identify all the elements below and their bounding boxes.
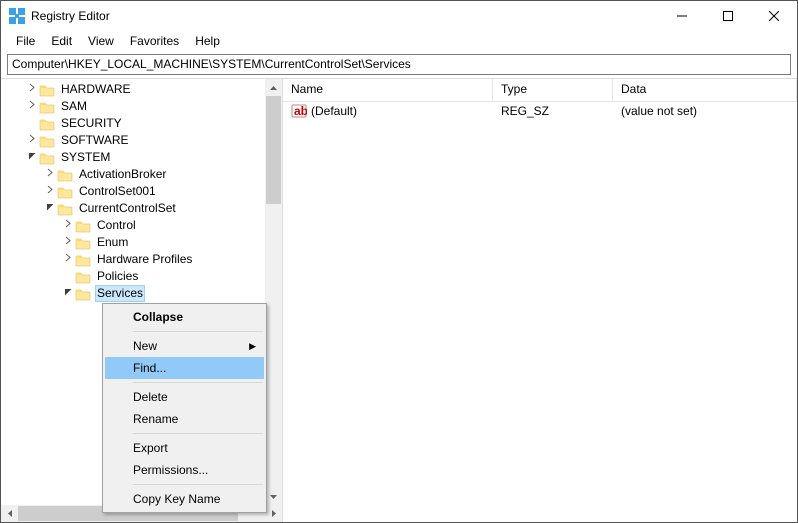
separator bbox=[133, 433, 263, 434]
regedit-icon bbox=[9, 8, 25, 24]
separator bbox=[133, 382, 263, 383]
menu-help[interactable]: Help bbox=[188, 33, 227, 49]
tree-item-services[interactable]: Services bbox=[1, 285, 265, 302]
value-type: REG_SZ bbox=[493, 104, 613, 118]
tree-label: SAM bbox=[59, 98, 89, 115]
tree-item-software[interactable]: SOFTWARE bbox=[1, 132, 265, 149]
tree-label: ActivationBroker bbox=[77, 166, 168, 183]
tree-item-currentcontrolset[interactable]: CurrentControlSet bbox=[1, 200, 265, 217]
scroll-right-icon[interactable] bbox=[265, 505, 282, 522]
window-title: Registry Editor bbox=[31, 9, 110, 23]
ctx-copykey[interactable]: Copy Key Name bbox=[105, 488, 264, 510]
tree-item-security[interactable]: SECURITY bbox=[1, 115, 265, 132]
tree-item-controlset001[interactable]: ControlSet001 bbox=[1, 183, 265, 200]
tree-label: Policies bbox=[95, 268, 140, 285]
chevron-right-icon[interactable] bbox=[25, 132, 39, 149]
tree-label: SOFTWARE bbox=[59, 132, 131, 149]
string-value-icon: ab bbox=[291, 103, 307, 119]
chevron-right-icon[interactable] bbox=[43, 183, 57, 200]
scroll-up-icon[interactable] bbox=[265, 79, 282, 96]
chevron-down-icon[interactable] bbox=[61, 285, 75, 302]
chevron-right-icon[interactable] bbox=[25, 81, 39, 98]
scroll-left-icon[interactable] bbox=[1, 505, 18, 522]
column-type[interactable]: Type bbox=[493, 79, 613, 101]
tree-item-sam[interactable]: SAM bbox=[1, 98, 265, 115]
ctx-new[interactable]: New▶ bbox=[105, 335, 264, 357]
tree-label: HARDWARE bbox=[59, 81, 133, 98]
column-name[interactable]: Name bbox=[283, 79, 493, 101]
folder-icon bbox=[75, 253, 91, 267]
chevron-down-icon[interactable] bbox=[43, 200, 57, 217]
separator bbox=[133, 484, 263, 485]
values-pane: Name Type Data ab (Default) REG_SZ (valu… bbox=[283, 79, 797, 505]
ctx-collapse[interactable]: Collapse bbox=[105, 306, 264, 328]
title-bar: Registry Editor bbox=[1, 1, 797, 31]
folder-icon bbox=[39, 83, 55, 97]
tree-label: SYSTEM bbox=[59, 149, 112, 166]
tree-label: ControlSet001 bbox=[77, 183, 158, 200]
folder-icon bbox=[39, 100, 55, 114]
folder-icon bbox=[75, 287, 91, 301]
scroll-down-icon[interactable] bbox=[265, 488, 282, 505]
scroll-thumb[interactable] bbox=[266, 96, 281, 204]
menu-favorites[interactable]: Favorites bbox=[123, 33, 186, 49]
tree-item-enum[interactable]: Enum bbox=[1, 234, 265, 251]
chevron-right-icon[interactable] bbox=[61, 234, 75, 251]
tree-label: Enum bbox=[95, 234, 130, 251]
tree-label: Services bbox=[95, 285, 145, 302]
menu-bar: File Edit View Favorites Help bbox=[1, 31, 797, 51]
ctx-export[interactable]: Export bbox=[105, 437, 264, 459]
tree-item-hwprofiles[interactable]: Hardware Profiles bbox=[1, 251, 265, 268]
tree-label: SECURITY bbox=[59, 115, 124, 132]
chevron-right-icon: ▶ bbox=[249, 341, 256, 352]
maximize-button[interactable] bbox=[705, 1, 751, 31]
value-name: (Default) bbox=[311, 104, 357, 118]
tree-label: Control bbox=[95, 217, 138, 234]
separator bbox=[133, 331, 263, 332]
column-data[interactable]: Data bbox=[613, 79, 797, 101]
context-menu: Collapse New▶ Find... Delete Rename Expo… bbox=[102, 303, 267, 513]
address-bar[interactable]: Computer\HKEY_LOCAL_MACHINE\SYSTEM\Curre… bbox=[7, 54, 791, 75]
value-data: (value not set) bbox=[613, 104, 797, 118]
folder-icon bbox=[75, 236, 91, 250]
folder-icon bbox=[75, 270, 91, 284]
folder-icon bbox=[57, 202, 73, 216]
tree-label: CurrentControlSet bbox=[77, 200, 178, 217]
ctx-permissions[interactable]: Permissions... bbox=[105, 459, 264, 481]
ctx-rename[interactable]: Rename bbox=[105, 408, 264, 430]
chevron-right-icon[interactable] bbox=[61, 251, 75, 268]
folder-icon bbox=[39, 117, 55, 131]
tree-scrollbar[interactable] bbox=[265, 79, 282, 505]
tree-label: Hardware Profiles bbox=[95, 251, 194, 268]
folder-icon bbox=[75, 219, 91, 233]
folder-icon bbox=[57, 168, 73, 182]
close-button[interactable] bbox=[751, 1, 797, 31]
tree-item-hardware[interactable]: HARDWARE bbox=[1, 81, 265, 98]
ctx-find[interactable]: Find... bbox=[105, 357, 264, 379]
list-row[interactable]: ab (Default) REG_SZ (value not set) bbox=[283, 102, 797, 120]
ctx-delete[interactable]: Delete bbox=[105, 386, 264, 408]
menu-view[interactable]: View bbox=[81, 33, 121, 49]
chevron-down-icon[interactable] bbox=[25, 149, 39, 166]
menu-edit[interactable]: Edit bbox=[44, 33, 79, 49]
tree-item-policies[interactable]: Policies bbox=[1, 268, 265, 285]
address-bar-container: Computer\HKEY_LOCAL_MACHINE\SYSTEM\Curre… bbox=[1, 51, 797, 78]
minimize-button[interactable] bbox=[659, 1, 705, 31]
chevron-right-icon[interactable] bbox=[43, 166, 57, 183]
chevron-right-icon[interactable] bbox=[61, 217, 75, 234]
chevron-right-icon[interactable] bbox=[25, 98, 39, 115]
list-header: Name Type Data bbox=[283, 79, 797, 102]
tree-item-control[interactable]: Control bbox=[1, 217, 265, 234]
folder-icon bbox=[39, 134, 55, 148]
folder-icon bbox=[57, 185, 73, 199]
menu-file[interactable]: File bbox=[9, 33, 42, 49]
folder-icon bbox=[39, 151, 55, 165]
tree-item-system[interactable]: SYSTEM bbox=[1, 149, 265, 166]
tree-item-activationbroker[interactable]: ActivationBroker bbox=[1, 166, 265, 183]
svg-text:ab: ab bbox=[294, 104, 307, 118]
